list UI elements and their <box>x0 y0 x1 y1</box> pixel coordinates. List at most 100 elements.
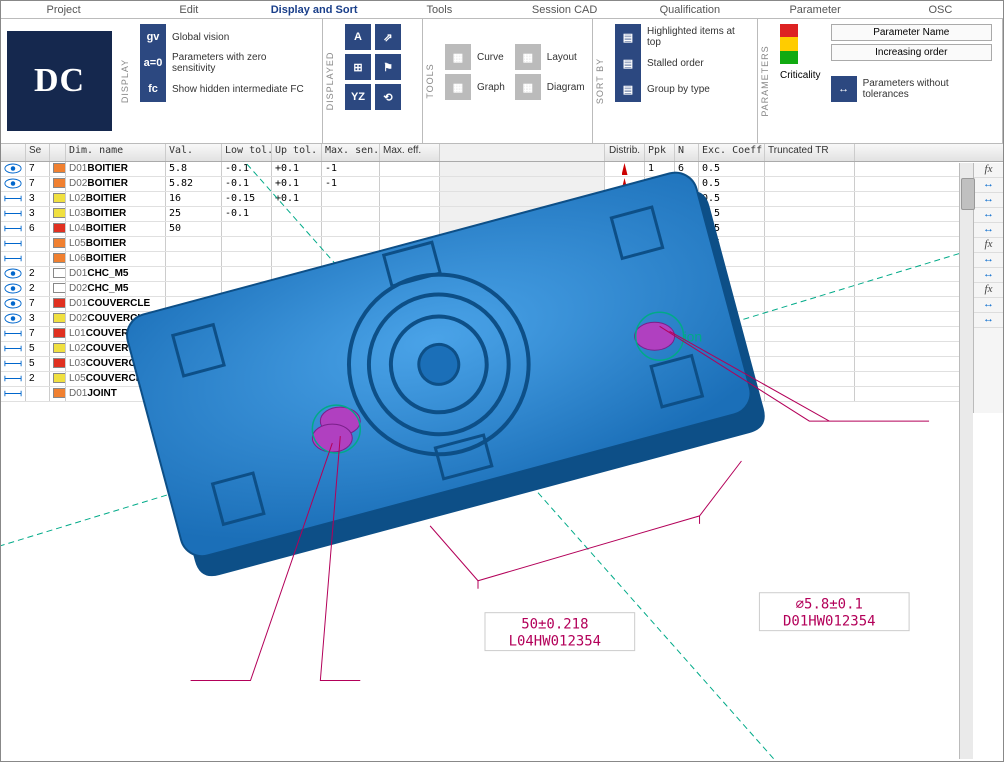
table-row[interactable]: 7D01BOITIER5.8-0.1+0.1-1160.5 <box>1 162 1003 177</box>
table-row[interactable]: 2D01CHC_M5 <box>1 267 1003 282</box>
col-header[interactable]: Max. sen. <box>322 144 380 161</box>
table-row[interactable]: 3L02BOITIER16-0.15+0.1160.5 <box>1 192 1003 207</box>
arrow-icon[interactable]: ↔ <box>974 253 1003 268</box>
menu-session-cad[interactable]: Session CAD <box>502 1 627 18</box>
group-label: PARAMETERS <box>760 45 770 116</box>
col-header[interactable]: Ppk <box>645 144 675 161</box>
svg-text:D01HW012354: D01HW012354 <box>783 614 876 630</box>
svg-text:50±0.218: 50±0.218 <box>521 617 588 633</box>
col-header[interactable]: N <box>675 144 699 161</box>
graph-icon: ▦ <box>445 74 471 100</box>
display-global[interactable]: gvGlobal vision <box>140 24 312 50</box>
table-row[interactable]: 2L05COUVERCLE0.160.5 <box>1 372 1003 387</box>
table-row[interactable]: 3L03BOITIER25-0.1160.5 <box>1 207 1003 222</box>
tool-curve[interactable]: ▦Curve <box>445 44 505 70</box>
sort-icon: ▤ <box>615 76 641 102</box>
menu-project[interactable]: Project <box>1 1 126 18</box>
fx-icon[interactable]: fx <box>974 283 1003 298</box>
arrow-icon[interactable]: ↔ <box>974 208 1003 223</box>
side-icons-column: fx↔↔↔↔fx↔↔fx↔↔ <box>973 163 1003 413</box>
col-header[interactable]: Low tol. <box>222 144 272 161</box>
display-show[interactable]: fcShow hidden intermediate FC <box>140 76 312 102</box>
tool-layout[interactable]: ▦Layout <box>515 44 585 70</box>
fc-icon: fc <box>140 76 166 102</box>
table-row[interactable]: 3D02COUVERCLE60.5 <box>1 312 1003 327</box>
table-row[interactable]: L05BOITIER160.5 <box>1 237 1003 252</box>
tool-diagram[interactable]: ▦Diagram <box>515 74 585 100</box>
table-row[interactable]: 5L02COUVERCLE1660.5 <box>1 342 1003 357</box>
grid-header: Se Dim. nameVal.Low tol.Up tol.Max. sen.M… <box>1 144 1003 162</box>
group-label: DISPLAY <box>120 59 130 103</box>
group-label: DISPLAYED <box>325 52 335 111</box>
table-row[interactable]: 7L01COUVERCLE60.5 <box>1 327 1003 342</box>
menu-qualification[interactable]: Qualification <box>627 1 752 18</box>
sort-icon: ▤ <box>615 50 641 76</box>
arrow-icon[interactable]: ↔ <box>974 178 1003 193</box>
svg-text:∅5.8±0.1: ∅5.8±0.1 <box>796 597 863 613</box>
table-row[interactable]: 7D02BOITIER5.82-0.1+0.1-1160.5 <box>1 177 1003 192</box>
displayed-icon[interactable]: ⟲ <box>375 84 401 110</box>
fx-icon[interactable]: fx <box>974 238 1003 253</box>
ribbon-group-parameters: PARAMETERS Criticality Parameter Name In… <box>758 19 1003 143</box>
arrow-icon[interactable]: ↔ <box>974 193 1003 208</box>
sortby-item[interactable]: ▤Group by type <box>615 76 747 102</box>
menu-parameter[interactable]: Parameter <box>753 1 878 18</box>
displayed-icon[interactable]: ⊞ <box>345 54 371 80</box>
displayed-icon[interactable]: ⇗ <box>375 24 401 50</box>
displayed-icon[interactable]: YZ <box>345 84 371 110</box>
col-header[interactable]: Up tol. <box>272 144 322 161</box>
arrow-icon[interactable]: ↔ <box>974 268 1003 283</box>
table-row[interactable]: L06BOITIER160.5 <box>1 252 1003 267</box>
table-row[interactable]: 6L04BOITIER50160.5 <box>1 222 1003 237</box>
tool-graph[interactable]: ▦Graph <box>445 74 505 100</box>
ribbon-group-display: DISPLAY gvGlobal visiona=0Parameters wit… <box>118 19 323 143</box>
no-tol-label: Parameters without tolerances <box>863 78 992 100</box>
displayed-icon[interactable]: ⚑ <box>375 54 401 80</box>
display-parameters[interactable]: a=0Parameters with zero sensitivity <box>140 50 312 76</box>
criticality-icon[interactable] <box>780 24 798 64</box>
layout-icon: ▦ <box>515 44 541 70</box>
vertical-scrollbar[interactable] <box>959 163 973 759</box>
ribbon-group-tools: TOOLS ▦Curve ▦Layout ▦Graph ▦Diagram <box>423 19 593 143</box>
diagram-icon: ▦ <box>515 74 541 100</box>
col-header[interactable]: Max. eff. <box>380 144 440 161</box>
col-header[interactable]: Se <box>26 144 50 161</box>
ribbon-group-sortby: SORT BY ▤Highlighted items at top▤Stalle… <box>593 19 758 143</box>
params-without-tol-button[interactable]: ↔ Parameters without tolerances <box>831 76 992 102</box>
col-header[interactable]: Truncated TR <box>765 144 855 161</box>
arrow-icon[interactable]: ↔ <box>974 313 1003 328</box>
svg-text:L04HW012354: L04HW012354 <box>509 634 602 650</box>
curve-icon: ▦ <box>445 44 471 70</box>
table-row[interactable]: 5L03COUVERCLE2560.5 <box>1 357 1003 372</box>
col-header[interactable]: Exc. Coeff. <box>699 144 765 161</box>
sortby-item[interactable]: ▤Stalled order <box>615 50 747 76</box>
arrow-icon[interactable]: ↔ <box>974 298 1003 313</box>
menu-display-and-sort[interactable]: Display and Sort <box>252 1 377 18</box>
menu-edit[interactable]: Edit <box>126 1 251 18</box>
col-header[interactable]: Val. <box>166 144 222 161</box>
table-row[interactable]: D01JOINT2.5 <box>1 387 1003 402</box>
col-header[interactable] <box>50 144 66 161</box>
fx-icon[interactable]: fx <box>974 163 1003 178</box>
col-header[interactable] <box>440 144 605 161</box>
a=0-icon: a=0 <box>140 50 166 76</box>
menu-osc[interactable]: OSC <box>878 1 1003 18</box>
menu-tools[interactable]: Tools <box>377 1 502 18</box>
col-header[interactable]: Distrib. <box>605 144 645 161</box>
criticality-label: Criticality <box>780 70 821 81</box>
table-row[interactable]: 2D02CHC_M5 <box>1 282 1003 297</box>
group-label: TOOLS <box>425 63 435 98</box>
app-logo: DC <box>7 31 112 131</box>
col-header[interactable]: Dim. name <box>66 144 166 161</box>
increasing-order-button[interactable]: Increasing order <box>831 44 992 61</box>
menubar: ProjectEditDisplay and SortToolsSession … <box>1 1 1003 19</box>
displayed-icon[interactable]: A <box>345 24 371 50</box>
col-header[interactable] <box>1 144 26 161</box>
group-label: SORT BY <box>595 58 605 104</box>
gv-icon: gv <box>140 24 166 50</box>
sortby-item[interactable]: ▤Highlighted items at top <box>615 24 747 50</box>
arrow-icon[interactable]: ↔ <box>974 223 1003 238</box>
parameter-name-button[interactable]: Parameter Name <box>831 24 992 41</box>
table-row[interactable]: 7D01COUVERCLE60.5 <box>1 297 1003 312</box>
ribbon-group-displayed: DISPLAYED A⇗⊞⚑YZ⟲ <box>323 19 423 143</box>
